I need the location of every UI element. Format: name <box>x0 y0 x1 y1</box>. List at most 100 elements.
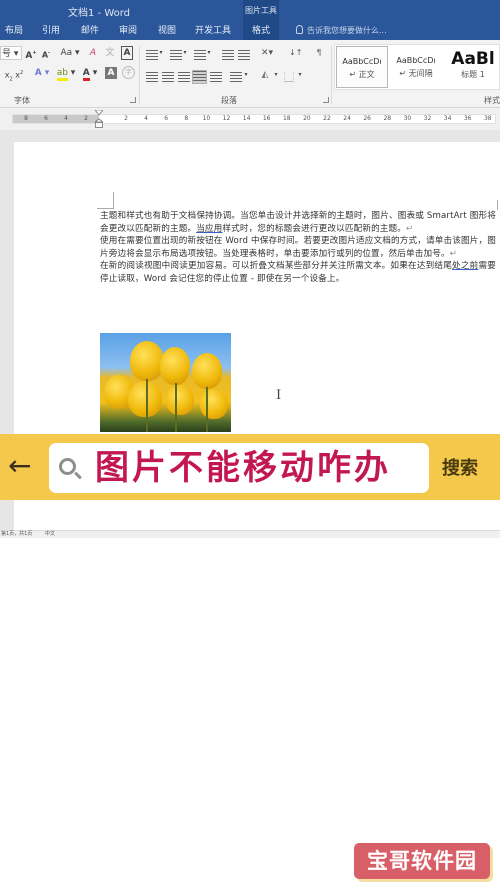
character-border-button[interactable]: A <box>121 46 133 60</box>
style-sample: AaBbCcDı <box>342 57 382 66</box>
ruler-tick-label: 32 <box>423 115 432 122</box>
tab-references[interactable]: 引用 <box>40 22 62 40</box>
back-arrow-icon[interactable]: ← <box>8 450 31 482</box>
bullets-dropdown[interactable]: ▾ <box>158 46 164 60</box>
grammar-underlined-text: 当应用 <box>196 223 223 234</box>
text-effects-button[interactable]: A ▾ <box>33 66 51 80</box>
style-heading-1[interactable]: AaBl 标题 1 <box>443 46 500 88</box>
align-right-icon[interactable] <box>178 72 190 82</box>
highlight-color-button[interactable]: ab ▾ <box>56 66 76 81</box>
clear-formatting-button[interactable]: A <box>87 46 99 60</box>
character-shading-button[interactable]: A <box>105 67 117 79</box>
change-case-button[interactable]: Aa ▾ <box>59 46 81 60</box>
indent-marker-icon[interactable] <box>95 110 103 128</box>
search-input[interactable]: 图片不能移动咋办 <box>49 443 429 493</box>
tulip-flower <box>200 389 228 419</box>
multilevel-list-dropdown[interactable]: ▾ <box>206 46 212 60</box>
justify-icon[interactable] <box>192 70 207 84</box>
tab-format[interactable]: 格式 <box>243 22 279 40</box>
subscript-superscript-buttons[interactable]: x2 x2 <box>0 66 28 82</box>
align-left-icon[interactable] <box>146 72 158 82</box>
style-sample: AaBbCcDı <box>396 56 436 65</box>
horizontal-ruler[interactable]: 8 6 4 2 2 4 6 8 10 12 14 16 18 20 22 24 26 28 30 32 34 36 38 <box>12 114 496 124</box>
font-size-dropdown[interactable]: 号 ▾ <box>0 46 22 60</box>
paragraph-text: 样式时，您的标题会进行更改以匹配新的主题。 <box>222 223 407 234</box>
multilevel-list-icon[interactable] <box>194 50 206 60</box>
line-spacing-icon[interactable] <box>230 72 242 82</box>
document-gutter <box>0 500 14 530</box>
page-count-status[interactable]: 第1页，共1页 <box>1 531 32 538</box>
tab-mailings[interactable]: 邮件 <box>79 22 101 40</box>
character-shading-icon: A <box>107 68 115 78</box>
ribbon-tab-bar: 布局 引用 邮件 审阅 视图 开发工具 格式 告诉我您想要做什么... <box>0 22 500 40</box>
status-bar: 第1页，共1页 中文 <box>0 530 500 538</box>
group-separator <box>139 46 140 104</box>
shading-icon[interactable]: ◭ <box>259 68 271 82</box>
borders-dropdown[interactable]: ▾ <box>297 68 303 82</box>
tulip-flower <box>166 385 194 415</box>
tell-me-placeholder: 告诉我您想要做什么... <box>307 26 387 35</box>
chinese-layout-button[interactable]: ✕▾ <box>258 46 276 60</box>
grammar-underlined-text: 处之前 <box>452 261 479 272</box>
style-name: 标题 1 <box>461 70 485 79</box>
numbering-icon[interactable] <box>170 50 182 60</box>
paragraph-text: 在新的阅读视图中阅读更加容易。可以折叠文档某些部分并关注所需文本。如果在达到结尾 <box>100 261 453 272</box>
search-overlay-bar: ← 图片不能移动咋办 搜索 <box>0 434 500 500</box>
search-button[interactable]: 搜索 <box>442 454 478 480</box>
style-normal[interactable]: AaBbCcDı ↵ 正文 <box>336 46 388 88</box>
shading-dropdown[interactable]: ▾ <box>273 68 279 82</box>
enclose-characters-button[interactable]: 字 <box>122 66 135 79</box>
ruler-tick-label: 8 <box>184 115 189 122</box>
watermark-text: 宝哥软件园 <box>367 849 477 873</box>
ruler-tick-label: 34 <box>443 115 452 122</box>
numbering-dropdown[interactable]: ▾ <box>182 46 188 60</box>
font-dialog-launcher[interactable] <box>130 97 136 103</box>
paragraph-3: 在新的阅读视图中阅读更加容易。可以折叠文档某些部分并关注所需文本。如果在达到结尾… <box>100 260 496 285</box>
style-no-spacing[interactable]: AaBbCcDı ↵ 无间隔 <box>390 46 442 88</box>
tab-view[interactable]: 视图 <box>156 22 178 40</box>
tulip-image[interactable] <box>100 333 231 432</box>
style-sample: AaBl <box>451 49 495 69</box>
show-hide-marks-icon[interactable]: ¶ <box>314 46 324 60</box>
ibeam-cursor-icon: I <box>276 388 282 403</box>
ruler-tick-label: 28 <box>383 115 392 122</box>
document-area-lower <box>0 500 500 530</box>
grow-font-button[interactable]: A+ <box>25 46 37 61</box>
ruler-tick-label: 36 <box>463 115 472 122</box>
font-color-icon: A <box>82 68 90 81</box>
document-body[interactable]: 主题和样式也有助于文档保持协调。当您单击设计并选择新的主题时，图片、图表或 Sm… <box>100 210 496 286</box>
window-title: 文档1 - Word <box>68 8 131 19</box>
text-effects-icon: A <box>34 68 42 78</box>
shrink-font-button[interactable]: A- <box>40 46 52 60</box>
ruler-tick-label: 6 <box>164 115 169 122</box>
tab-layout[interactable]: 布局 <box>3 22 25 40</box>
tell-me-search[interactable]: 告诉我您想要做什么... <box>296 22 387 40</box>
borders-icon[interactable] <box>284 72 294 82</box>
paragraph-text: 使用在需要位置出现的新按钮在 Word 中保存时间。若要更改图片适应文档的方式，… <box>100 236 496 259</box>
tab-review[interactable]: 审阅 <box>117 22 139 40</box>
ruler-tick-label: 6 <box>44 115 48 122</box>
sort-icon[interactable]: ↓↑ <box>289 46 302 60</box>
phonetic-guide-button[interactable]: 文 <box>104 46 116 60</box>
ruler-tick-label: 10 <box>202 115 211 122</box>
tulip-stem <box>146 379 148 432</box>
language-status[interactable]: 中文 <box>45 531 55 538</box>
search-query-text: 图片不能移动咋办 <box>95 448 391 488</box>
tab-developer[interactable]: 开发工具 <box>193 22 233 40</box>
ruler-tick-label: 22 <box>323 115 331 122</box>
decrease-indent-icon[interactable] <box>222 50 234 60</box>
ruler-tick-label: 26 <box>363 115 371 122</box>
bullets-icon[interactable] <box>146 50 158 60</box>
change-case-icon: Aa <box>60 48 73 58</box>
ribbon: 号 ▾ A+ A- Aa ▾ A 文 A x2 x2 A ▾ ab ▾ A ▾ … <box>0 40 500 108</box>
tulip-flower <box>130 341 164 381</box>
ruler-tick-label: 16 <box>262 115 271 122</box>
align-center-icon[interactable] <box>162 72 174 82</box>
line-spacing-dropdown[interactable]: ▾ <box>243 68 249 82</box>
increase-indent-icon[interactable] <box>238 50 250 60</box>
font-color-button[interactable]: A ▾ <box>81 66 99 81</box>
ruler-tick-label: 14 <box>242 115 251 122</box>
tulip-flower <box>160 347 190 385</box>
distributed-icon[interactable] <box>210 72 222 82</box>
paragraph-dialog-launcher[interactable] <box>323 97 329 103</box>
